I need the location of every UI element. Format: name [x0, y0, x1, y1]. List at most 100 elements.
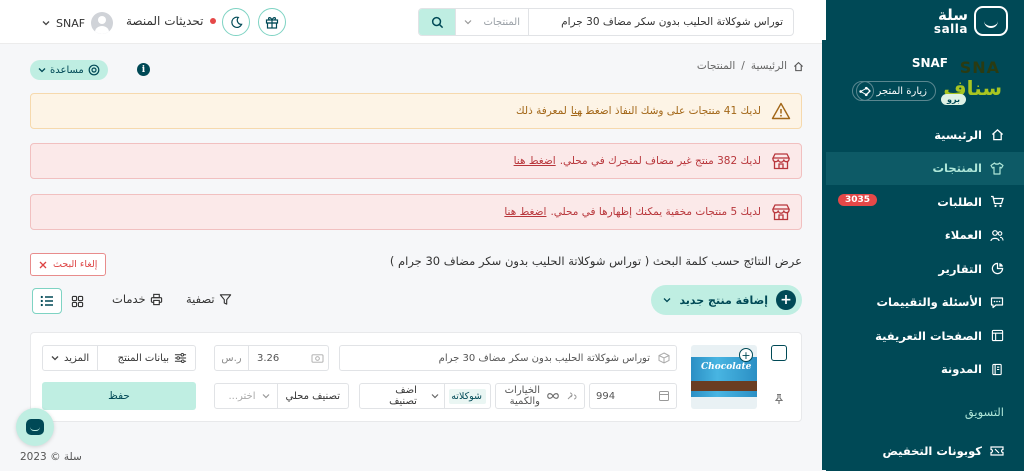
price-value: 3.26	[257, 352, 280, 364]
product-name: توراس شوكلاتة الحليب بدون سكر مضاف 30 جر…	[438, 352, 650, 364]
grid-view-button[interactable]	[68, 292, 86, 310]
chat-icon	[26, 419, 44, 435]
orders-count-badge: 3035	[838, 194, 878, 206]
services-label: خدمات	[112, 292, 146, 306]
shirt-icon	[990, 161, 1004, 175]
local-category-label: تصنيف محلي	[285, 390, 340, 402]
sidebar-item-label: الأسئلة والتقييمات	[876, 295, 982, 310]
alert-link[interactable]: هنا	[571, 105, 582, 117]
gift-button[interactable]	[258, 8, 286, 36]
users-icon	[990, 228, 1004, 242]
alert-text: لديك 382 منتج غير مضاف لمتجرك في محلي.اض…	[513, 155, 761, 167]
sidebar-item-label: الطلبات	[937, 194, 982, 209]
product-data-dropdown[interactable]: بيانات المنتج المزيد	[42, 345, 196, 371]
list-view-button[interactable]	[32, 288, 62, 314]
printer-icon	[150, 293, 163, 306]
cancel-search-button[interactable]: إلغاء البحث	[30, 253, 107, 276]
search-scope-select[interactable]: المنتجات	[455, 9, 529, 35]
help-label: مساعدة	[50, 64, 84, 76]
info-icon[interactable]: i	[137, 63, 150, 76]
page-icon	[990, 329, 1004, 343]
share-icon	[858, 86, 869, 97]
alert-link[interactable]: اضغط هنا	[514, 155, 556, 167]
sidebar-item-reports[interactable]: التقارير	[826, 252, 1024, 286]
filter-button[interactable]: تصفية	[186, 292, 232, 306]
infinity-icon	[546, 391, 560, 401]
price-field[interactable]: ر.س 3.26	[214, 345, 329, 371]
chevron-down-icon	[42, 19, 50, 27]
list-icon	[40, 295, 54, 307]
chat-icon	[990, 295, 1004, 309]
product-data-button[interactable]: بيانات المنتج	[118, 352, 187, 364]
chevron-down-icon	[663, 296, 671, 304]
category-chip[interactable]: شوكلاته	[449, 388, 486, 404]
add-category-label[interactable]: اضف تصنيف	[360, 385, 425, 407]
grid-icon	[71, 295, 84, 308]
quantity-field[interactable]: 994	[589, 383, 677, 409]
search-input[interactable]	[529, 16, 793, 28]
chart-icon	[990, 262, 1004, 276]
salla-logo[interactable]: سلة salla	[934, 6, 1008, 36]
add-product-button[interactable]: + إضافة منتج جديد	[651, 285, 802, 315]
breadcrumb-home[interactable]: الرئيسية	[751, 60, 787, 72]
copyright: سلة © 2023	[20, 451, 82, 463]
book-icon	[990, 362, 1004, 376]
user-name: SNAF	[56, 16, 86, 30]
more-button[interactable]: المزيد	[51, 346, 99, 370]
warning-icon	[771, 102, 791, 120]
store-icon	[771, 152, 791, 170]
search-button[interactable]	[419, 9, 455, 35]
cart-icon	[990, 195, 1004, 209]
home-icon	[990, 128, 1004, 142]
category-field[interactable]: شوكلاته اضف تصنيف	[359, 383, 491, 409]
user-menu[interactable]: SNAF	[42, 12, 114, 34]
dark-mode-button[interactable]	[222, 8, 250, 36]
category-dropdown[interactable]	[425, 384, 446, 408]
alert-link[interactable]: اضغط هنا	[504, 206, 546, 218]
filter-icon	[219, 293, 232, 306]
sidebar-item-label: العملاء	[944, 228, 982, 243]
help-button[interactable]: مساعدة	[30, 60, 108, 80]
sidebar-item-label: المدونة	[940, 362, 982, 377]
moon-icon	[230, 16, 243, 29]
sidebar-item-label: التقارير	[938, 261, 982, 276]
pin-icon[interactable]	[773, 393, 785, 405]
pro-badge: برو	[941, 94, 966, 105]
store-name: SNAF	[911, 56, 948, 70]
updates-label: تحديثات المنصة	[126, 14, 204, 28]
add-product-label: إضافة منتج جديد	[679, 293, 768, 307]
sidebar-item-label: المنتجات	[932, 161, 982, 176]
share-button[interactable]	[852, 81, 874, 101]
sidebar-item-customers[interactable]: العملاء	[826, 219, 1024, 253]
chevron-down-icon	[51, 354, 59, 362]
chevron-down-icon	[38, 66, 46, 74]
sidebar-item-coupons[interactable]: كوبونات التخفيض	[826, 436, 1024, 466]
visit-store-label: زيارة المتجر	[876, 85, 927, 97]
search-bar: المنتجات	[418, 8, 794, 36]
sidebar-item-blog[interactable]: المدونة	[826, 353, 1024, 387]
services-button[interactable]: خدمات	[112, 292, 163, 306]
platform-updates[interactable]: تحديثات المنصة	[126, 14, 216, 28]
options-field[interactable]: الخيارات والكمية	[495, 383, 585, 409]
close-icon	[39, 261, 47, 269]
product-image[interactable]: Chocolate +	[691, 345, 757, 409]
product-checkbox[interactable]	[771, 345, 787, 361]
product-name-field[interactable]: توراس شوكلاتة الحليب بدون سكر مضاف 30 جر…	[339, 345, 677, 371]
breadcrumb-current: المنتجات	[696, 60, 736, 72]
alert-text: لديك 41 منتجات على وشك النفاذ اضغطهنالمع…	[516, 105, 761, 117]
search-results-title: عرض النتائج حسب كلمة البحث ( توراس شوكلا…	[389, 254, 802, 268]
sidebar-item-orders[interactable]: الطلبات 3035	[826, 185, 1024, 219]
add-image-icon[interactable]: +	[739, 348, 753, 362]
sidebar-item-reviews[interactable]: الأسئلة والتقييمات	[826, 286, 1024, 320]
quantity-tag-icon	[566, 390, 578, 402]
cancel-search-label: إلغاء البحث	[53, 259, 98, 270]
store-logo-top: SNA	[959, 58, 1000, 77]
save-button[interactable]: حفظ	[42, 382, 196, 410]
logo-arabic: سلة	[938, 5, 968, 24]
local-category-dropdown[interactable]	[256, 384, 278, 408]
sidebar-item-pages[interactable]: الصفحات التعريفية	[826, 319, 1024, 353]
local-category-field[interactable]: تصنيف محلي اختر...	[214, 383, 349, 409]
chat-button[interactable]	[16, 408, 54, 446]
sidebar-item-products[interactable]: المنتجات	[826, 151, 1024, 185]
sidebar-item-home[interactable]: الرئيسية	[826, 118, 1024, 152]
